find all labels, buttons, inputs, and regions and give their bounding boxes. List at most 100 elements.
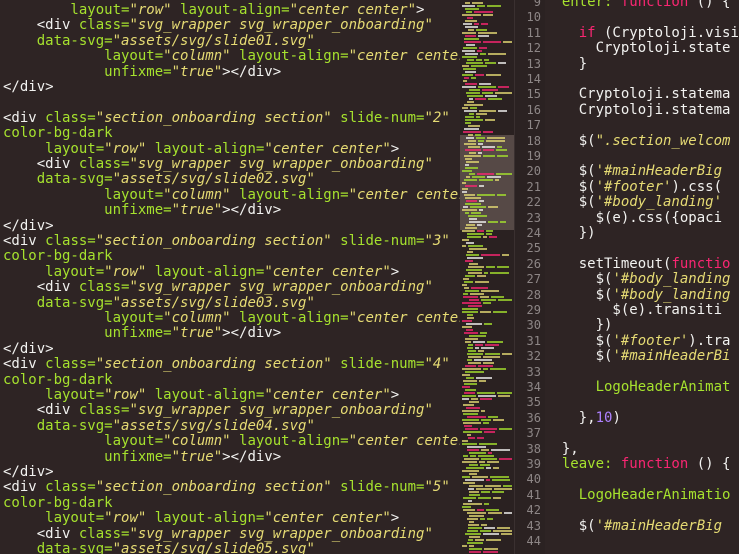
- left-code-line[interactable]: data-svg="assets/svg/slide02.svg": [3, 171, 315, 187]
- code-token: class=: [78, 279, 130, 296]
- editor-pane-right[interactable]: enter: function () { if (Cryptoloji.visi…: [545, 0, 739, 554]
- right-code-line[interactable]: $('#body_landing': [545, 194, 722, 210]
- left-code-line[interactable]: color-bg-dark: [3, 125, 113, 141]
- code-token: </div>: [3, 217, 54, 234]
- right-code-line[interactable]: $('#mainHeaderBig: [545, 163, 722, 179]
- minimap-line: [464, 143, 476, 145]
- minimap-line: [463, 23, 472, 25]
- code-token: slide-num=: [331, 356, 425, 373]
- right-code-line[interactable]: Cryptoloji.statema: [545, 86, 731, 102]
- code-token: data-svg=: [3, 32, 113, 49]
- minimap-line: [467, 251, 473, 253]
- left-code-line[interactable]: <div class="section_onboarding section" …: [3, 356, 450, 372]
- right-code-line[interactable]: },: [545, 441, 579, 457]
- minimap-line: [496, 173, 512, 175]
- left-code-line[interactable]: <div class="section_onboarding section" …: [3, 479, 450, 495]
- left-code-line[interactable]: <div class="svg_wrapper svg_wrapper_onbo…: [3, 402, 433, 418]
- left-code-line[interactable]: unfixme="true"></div>: [3, 64, 281, 80]
- right-code-line[interactable]: $('#footer').css(: [545, 179, 722, 195]
- left-code-line[interactable]: <div class="svg_wrapper svg_wrapper_onbo…: [3, 17, 433, 33]
- code-token: ).tra: [688, 332, 731, 349]
- left-code-line[interactable]: color-bg-dark: [3, 372, 113, 388]
- right-code-line[interactable]: $(".section_welcom: [545, 133, 731, 149]
- right-code-line[interactable]: $(e).transiti: [545, 302, 722, 318]
- minimap-line: [465, 290, 479, 292]
- minimap-line: [503, 41, 512, 43]
- code-token: layout-align=: [230, 48, 349, 65]
- left-code-line[interactable]: </div>: [3, 218, 54, 234]
- left-code-line[interactable]: <div class="section_onboarding section" …: [3, 233, 450, 249]
- minimap-line: [462, 545, 467, 547]
- minimap-line: [484, 323, 492, 325]
- left-code-line[interactable]: data-svg="assets/svg/slide03.svg": [3, 295, 315, 311]
- right-code-line[interactable]: $(e).css({opaci: [545, 210, 722, 226]
- right-code-line[interactable]: leave: function () {: [545, 456, 731, 472]
- right-code-line[interactable]: enter: function () {: [545, 0, 731, 10]
- right-code-line[interactable]: $('#body_landing: [545, 287, 731, 303]
- left-code-line[interactable]: unfixme="true"></div>: [3, 325, 281, 341]
- left-code-line[interactable]: layout="column" layout-align="center cen…: [3, 310, 460, 326]
- left-code-line[interactable]: layout="column" layout-align="center cen…: [3, 433, 460, 449]
- editor-pane-left[interactable]: layout="row" layout-align="center center…: [0, 0, 460, 554]
- minimap-line: [484, 59, 489, 61]
- right-code-line[interactable]: }): [545, 317, 613, 333]
- left-code-line[interactable]: <div class="svg_wrapper svg_wrapper_onbo…: [3, 156, 433, 172]
- minimap-line: [463, 413, 478, 415]
- code-token: '#body_landing: [612, 271, 731, 288]
- right-code-line[interactable]: }): [545, 225, 596, 241]
- left-code-line[interactable]: color-bg-dark: [3, 495, 113, 511]
- minimap-line: [464, 332, 478, 334]
- code-token: class=: [45, 109, 96, 126]
- left-code-line[interactable]: </div>: [3, 79, 54, 95]
- left-code-line[interactable]: data-svg="assets/svg/slide05.svg": [3, 541, 315, 554]
- line-number: 18: [526, 133, 541, 148]
- right-code-line[interactable]: }: [545, 56, 587, 72]
- minimap-line: [466, 62, 483, 64]
- left-code-line[interactable]: <div class="svg_wrapper svg_wrapper_onbo…: [3, 279, 433, 295]
- right-code-line[interactable]: },10): [545, 410, 621, 426]
- left-code-line[interactable]: data-svg="assets/svg/slide04.svg": [3, 418, 315, 434]
- minimap-line: [463, 422, 481, 424]
- right-code-line[interactable]: $('#footer').tra: [545, 332, 731, 349]
- minimap[interactable]: [460, 0, 514, 554]
- left-code-line[interactable]: layout="row" layout-align="center center…: [3, 264, 399, 280]
- minimap-line: [468, 215, 487, 217]
- left-code-line[interactable]: unfixme="true"></div>: [3, 449, 281, 465]
- code-token: "column": [163, 433, 231, 450]
- right-code-line[interactable]: LogoHeaderAnimat: [545, 379, 731, 395]
- code-token: "row": [129, 2, 172, 18]
- left-code-line[interactable]: unfixme="true"></div>: [3, 202, 281, 218]
- left-code-line[interactable]: color-bg-dark: [3, 248, 113, 264]
- line-number: 31: [526, 333, 541, 348]
- right-code-line[interactable]: LogoHeaderAnimatio: [545, 487, 731, 503]
- minimap-line: [462, 32, 476, 34]
- code-token: "assets/svg/slide01.svg": [112, 32, 315, 49]
- minimap-line: [475, 98, 486, 100]
- left-code-line[interactable]: </div>: [3, 464, 54, 480]
- right-code-line[interactable]: Cryptoloji.statema: [545, 102, 731, 118]
- minimap-line: [497, 392, 512, 394]
- left-code-line[interactable]: layout="row" layout-align="center center…: [3, 2, 424, 18]
- left-code-line[interactable]: layout="row" layout-align="center center…: [3, 387, 399, 403]
- left-code-line[interactable]: layout="row" layout-align="center center…: [3, 510, 399, 526]
- minimap-line: [465, 158, 472, 160]
- left-code-line[interactable]: </div>: [3, 341, 54, 357]
- code-token: '#footer': [612, 332, 689, 349]
- right-code-line[interactable]: Cryptoloji.state: [545, 40, 731, 56]
- minimap-line: [474, 11, 493, 13]
- left-code-line[interactable]: data-svg="assets/svg/slide01.svg": [3, 33, 315, 49]
- right-code-line[interactable]: $('#mainHeaderBig: [545, 518, 722, 534]
- minimap-line: [475, 347, 479, 349]
- left-code-line[interactable]: layout="column" layout-align="center cen…: [3, 48, 460, 64]
- right-code-line[interactable]: if (Cryptoloji.visi: [545, 25, 739, 41]
- right-code-line[interactable]: $('#mainHeaderBi: [545, 348, 731, 364]
- left-code-line[interactable]: <div class="svg_wrapper svg_wrapper_onbo…: [3, 526, 433, 542]
- code-token: "section_onboarding section": [95, 356, 332, 373]
- left-code-line[interactable]: <div class="section_onboarding section" …: [3, 110, 450, 126]
- right-code-line[interactable]: setTimeout(functio: [545, 256, 731, 272]
- minimap-line: [483, 155, 495, 157]
- left-code-line[interactable]: layout="row" layout-align="center center…: [3, 141, 399, 157]
- left-code-line[interactable]: layout="column" layout-align="center cen…: [3, 187, 460, 203]
- right-code-line[interactable]: $('#body_landing: [545, 271, 731, 288]
- minimap-line: [467, 434, 471, 436]
